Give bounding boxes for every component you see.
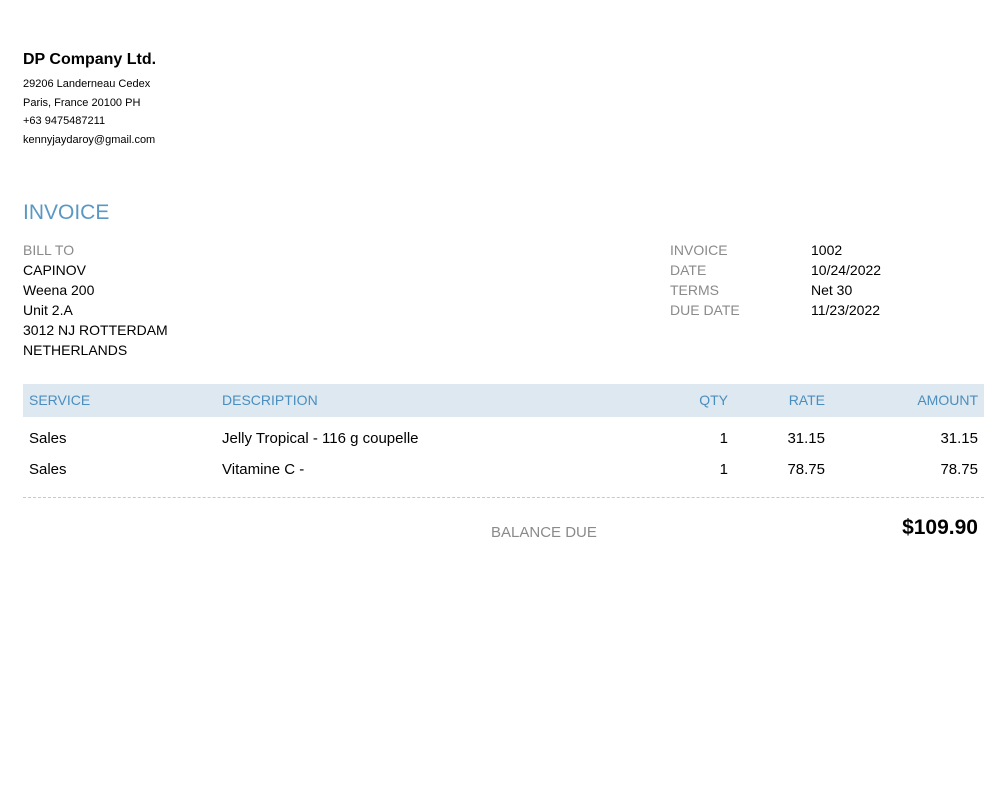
bill-to-line: 3012 NJ ROTTERDAM bbox=[23, 322, 168, 338]
cell-rate: 78.75 bbox=[787, 461, 825, 478]
meta-row-date: DATE 10/24/2022 bbox=[670, 260, 881, 280]
cell-service: Sales bbox=[29, 430, 67, 447]
meta-label: TERMS bbox=[670, 282, 719, 298]
cell-qty: 1 bbox=[719, 461, 728, 478]
invoice-meta: INVOICE 1002 DATE 10/24/2022 TERMS Net 3… bbox=[670, 240, 881, 320]
bill-to-label: BILL TO bbox=[23, 242, 75, 258]
balance-due-amount: $109.90 bbox=[902, 516, 978, 539]
invoice-title: INVOICE bbox=[23, 201, 110, 224]
meta-value: Net 30 bbox=[811, 282, 853, 298]
table-body: Sales Jelly Tropical - 116 g coupelle 1 … bbox=[23, 417, 984, 498]
bill-to-line: NETHERLANDS bbox=[23, 342, 128, 358]
bill-to-line: Unit 2.A bbox=[23, 302, 73, 318]
balance-due-label: BALANCE DUE bbox=[491, 524, 597, 541]
bill-to-line: CAPINOV bbox=[23, 262, 87, 278]
bill-to-line: Weena 200 bbox=[23, 282, 95, 298]
line-items-table: SERVICE DESCRIPTION QTY RATE AMOUNT Sale… bbox=[23, 384, 984, 498]
table-header: SERVICE DESCRIPTION QTY RATE AMOUNT bbox=[23, 384, 984, 417]
cell-description: Jelly Tropical - 116 g coupelle bbox=[222, 430, 419, 447]
header-description: DESCRIPTION bbox=[222, 392, 318, 408]
meta-row-terms: TERMS Net 30 bbox=[670, 280, 881, 300]
header-rate: RATE bbox=[788, 392, 825, 408]
balance-due-row: BALANCE DUE $109.90 bbox=[23, 512, 984, 548]
invoice-page: DP Company Ltd. 29206 Landerneau Cedex P… bbox=[0, 0, 1006, 785]
cell-service: Sales bbox=[29, 461, 67, 478]
bill-to-block: BILL TO CAPINOV Weena 200 Unit 2.A 3012 … bbox=[23, 240, 168, 360]
cell-amount: 31.15 bbox=[940, 430, 978, 447]
header-qty: QTY bbox=[699, 392, 728, 408]
table-row: Sales Vitamine C - 1 78.75 78.75 bbox=[23, 454, 984, 485]
meta-row-invoice-number: INVOICE 1002 bbox=[670, 240, 881, 260]
cell-qty: 1 bbox=[719, 430, 728, 447]
cell-amount: 78.75 bbox=[940, 461, 978, 478]
company-phone: +63 9475487211 bbox=[23, 115, 106, 128]
header-service: SERVICE bbox=[29, 392, 91, 408]
company-email: kennyjaydaroy@gmail.com bbox=[23, 134, 156, 147]
meta-label: DUE DATE bbox=[670, 302, 740, 318]
company-address-line-2: Paris, France 20100 PH bbox=[23, 96, 141, 109]
meta-label: INVOICE bbox=[670, 242, 728, 258]
header-amount: AMOUNT bbox=[917, 392, 978, 408]
meta-value: 1002 bbox=[811, 242, 843, 258]
company-block: DP Company Ltd. 29206 Landerneau Cedex P… bbox=[23, 50, 156, 150]
company-address-line-1: 29206 Landerneau Cedex bbox=[23, 78, 151, 90]
meta-row-due-date: DUE DATE 11/23/2022 bbox=[670, 300, 881, 320]
cell-rate: 31.15 bbox=[787, 430, 825, 447]
meta-value: 10/24/2022 bbox=[811, 262, 882, 278]
company-name: DP Company Ltd. bbox=[23, 51, 157, 68]
meta-label: DATE bbox=[670, 262, 707, 278]
cell-description: Vitamine C - bbox=[222, 461, 305, 478]
meta-value: 11/23/2022 bbox=[811, 302, 881, 318]
table-row: Sales Jelly Tropical - 116 g coupelle 1 … bbox=[23, 423, 984, 454]
